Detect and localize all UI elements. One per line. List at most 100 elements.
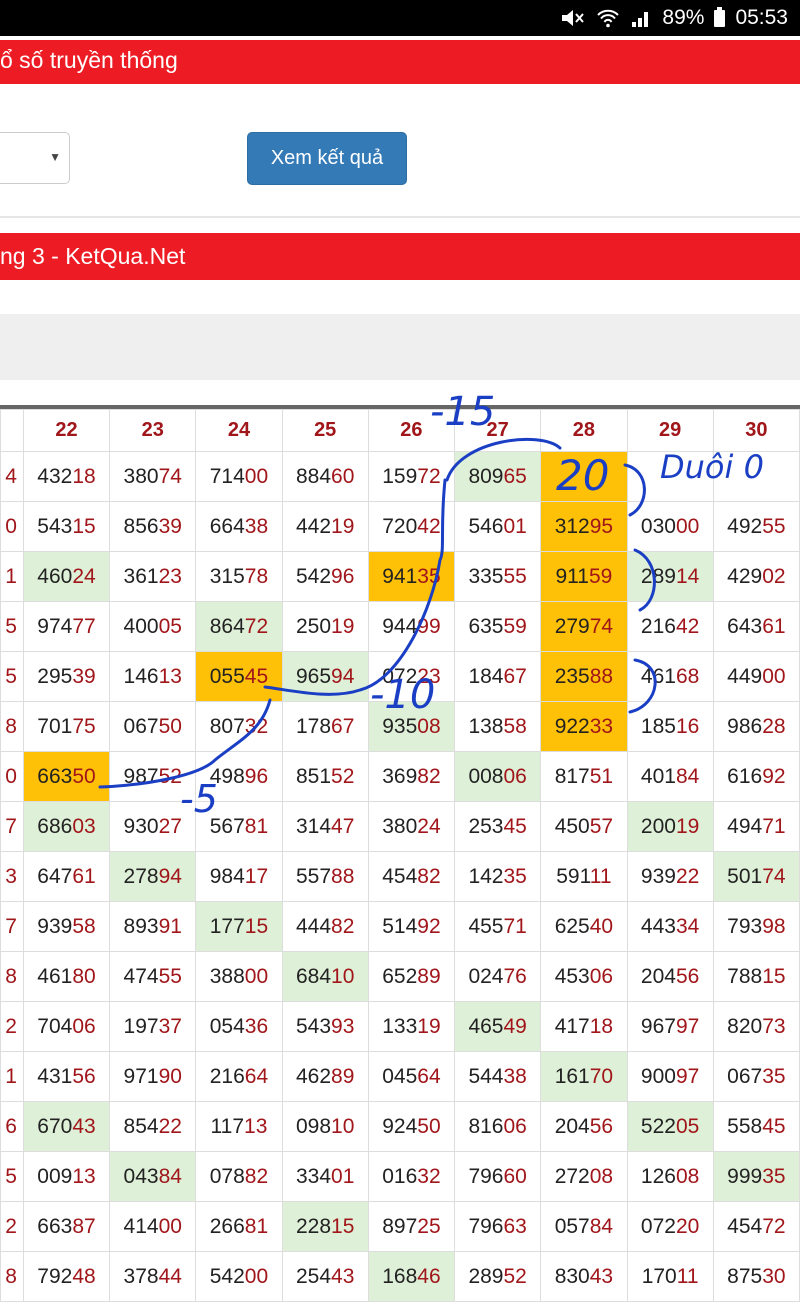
result-prefix: 984 [209,864,245,888]
edge-cell: 7 [0,901,24,952]
result-prefix: 146 [123,664,159,688]
result-prefix: 228 [295,1214,332,1238]
result-last-two: 32 [244,714,269,738]
table-row: 8 46180 47455 38800 68410 65289 02476 45306 2045… [0,951,800,1002]
result-last-two: 98 [762,914,786,938]
result-prefix: 939 [37,914,73,938]
result-prefix: 417 [554,1014,590,1038]
result-cell: 14235 [454,851,542,902]
result-cell [626,451,714,502]
result-prefix: 133 [382,1014,418,1038]
edge-digit: 5 [5,1164,17,1188]
result-cell: 56781 [195,801,283,852]
result-last-two: 56 [72,1064,96,1088]
edge-cell: 2 [0,1001,24,1052]
result-last-two: 60 [331,464,355,488]
edge-digit: 8 [5,714,17,738]
result-prefix: 414 [123,1214,159,1238]
result-prefix: 235 [554,664,590,688]
result-last-two: 81 [244,1214,269,1238]
result-last-two: 50 [417,1114,441,1138]
result-cell: 41718 [540,1001,628,1052]
result-cell: 50174 [712,851,800,902]
result-cell: 97477 [22,601,111,652]
result-cell: 23588 [540,651,628,702]
result-last-two: 37 [158,1014,182,1038]
result-last-two: 47 [331,814,355,838]
result-cell: 93027 [109,801,197,852]
result-prefix: 542 [295,564,332,588]
result-cell: 31295 [540,501,628,552]
result-prefix: 864 [209,614,245,638]
result-prefix: 558 [727,1114,763,1138]
result-last-two: 08 [417,714,441,738]
result-cell: 44900 [712,651,800,702]
result-last-two: 96 [244,764,269,788]
result-cell: 06750 [109,701,197,752]
edge-digit: 2 [5,1014,17,1038]
result-prefix: 204 [554,1114,590,1138]
result-prefix: 893 [123,914,159,938]
view-results-button[interactable]: Xem kết quả [247,132,407,185]
result-prefix: 686 [37,814,73,838]
result-prefix: 279 [554,614,590,638]
result-prefix: 030 [640,514,676,538]
result-prefix: 543 [295,1014,332,1038]
result-cell: 40005 [109,601,197,652]
result-last-two: 80 [72,964,96,988]
result-cell: 33555 [454,551,542,602]
result-prefix: 184 [468,664,504,688]
result-last-two: 30 [762,1264,786,1288]
column-header: 27 [454,409,542,452]
result-prefix: 591 [556,864,590,888]
result-cell: 21642 [626,601,714,652]
result-cell: 20019 [626,801,714,852]
result-last-two: 60 [503,1164,527,1188]
result-prefix: 380 [123,464,159,488]
result-last-two: 92 [762,764,786,788]
result-last-two: 68 [675,664,700,688]
result-prefix: 796 [468,1164,504,1188]
result-prefix: 178 [295,714,332,738]
result-last-two: 71 [503,914,527,938]
result-prefix: 216 [209,1064,245,1088]
battery-percent: 89% [662,6,705,29]
result-prefix: 501 [727,864,763,888]
result-cell: 17011 [626,1251,714,1302]
result-last-two: 35 [417,564,441,588]
result-prefix: 635 [468,614,504,638]
result-last-two: 17 [244,864,269,888]
result-last-two: 59 [588,564,613,588]
result-cell: 29539 [22,651,111,702]
result-last-two: 74 [762,864,786,888]
result-last-two: 05 [158,614,182,638]
result-prefix: 542 [209,1264,245,1288]
edge-digit: 0 [5,514,17,538]
result-cell: 80732 [195,701,283,752]
result-prefix: 924 [382,1114,418,1138]
edge-digit: 4 [5,464,17,488]
result-last-two: 10 [331,1114,355,1138]
result-last-two: 97 [675,1014,700,1038]
result-cell: 46168 [626,651,714,702]
result-cell: 00806 [454,751,542,802]
result-prefix: 974 [37,614,73,638]
result-last-two: 13 [158,664,182,688]
result-prefix: 289 [468,1264,504,1288]
result-cell: 18516 [626,701,714,752]
result-cell: 90097 [626,1051,714,1102]
result-prefix: 461 [640,664,676,688]
result-last-two: 33 [589,714,614,738]
result-last-two: 52 [503,1264,527,1288]
result-prefix: 009 [37,1164,73,1188]
edge-digit: 3 [5,864,17,888]
date-select[interactable]: ▼ [0,132,70,184]
result-prefix: 266 [209,1214,245,1238]
result-last-two: 89 [331,1064,355,1088]
result-prefix: 522 [640,1114,676,1138]
result-cell: 79663 [454,1201,542,1252]
result-last-two: 87 [72,1214,96,1238]
result-cell: 20456 [626,951,714,1002]
result-cell: 85639 [109,501,197,552]
result-cell: 20456 [540,1101,628,1152]
